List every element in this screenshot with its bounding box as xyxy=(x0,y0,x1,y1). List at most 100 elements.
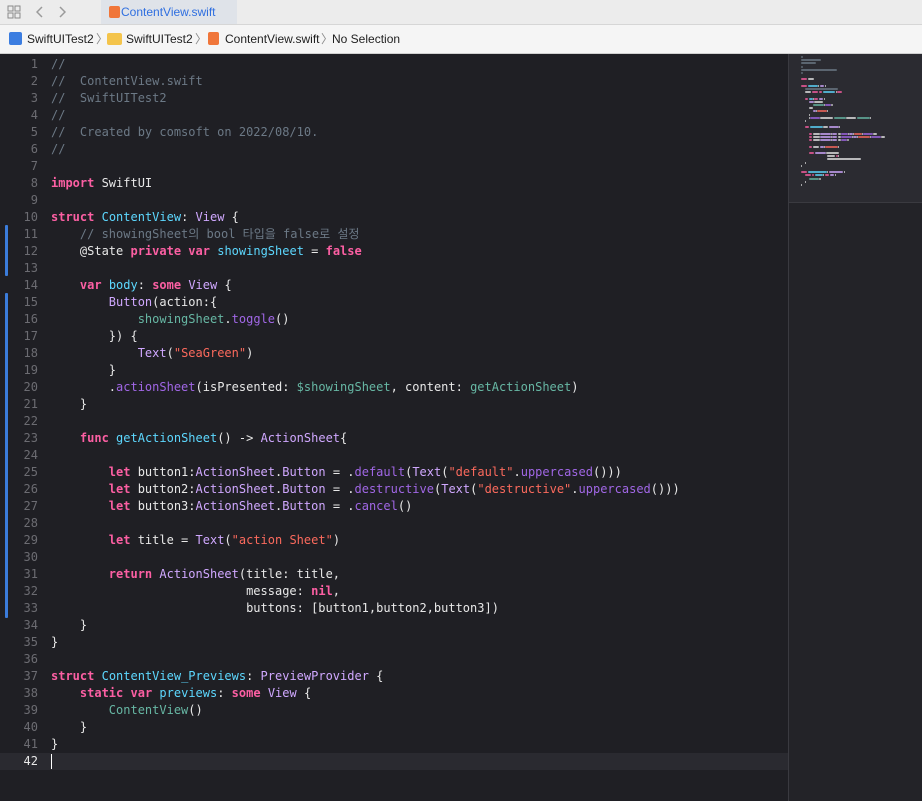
code-line[interactable]: 27 let button3:ActionSheet.Button = .can… xyxy=(0,498,788,515)
code-token: } xyxy=(51,635,59,649)
code-line[interactable]: 2 // ContentView.swift xyxy=(0,73,788,90)
code-token: : xyxy=(181,210,196,224)
code-line[interactable]: 3 // SwiftUITest2 xyxy=(0,90,788,107)
code-line[interactable]: 28 xyxy=(0,515,788,532)
code-line[interactable]: 13 xyxy=(0,260,788,277)
code-token: SwiftUI xyxy=(94,176,153,190)
code-token: View xyxy=(195,210,225,224)
minimap-token xyxy=(814,97,819,100)
code-token: uppercased xyxy=(578,482,651,496)
line-number: 9 xyxy=(30,193,38,207)
code-editor[interactable]: 1 // 2 // ContentView.swift 3 // SwiftUITest2… xyxy=(0,54,788,801)
code-line[interactable]: 6 // xyxy=(0,141,788,158)
code-token: () -> xyxy=(217,431,261,445)
code-line[interactable]: 9 xyxy=(0,192,788,209)
minimap-token xyxy=(826,171,828,174)
code-line[interactable]: 29 let title = Text("action Sheet") xyxy=(0,532,788,549)
code-line[interactable]: 7 xyxy=(0,158,788,175)
code-line[interactable]: 39 ContentView() xyxy=(0,702,788,719)
line-number: 13 xyxy=(23,261,38,275)
forward-chevron-icon[interactable] xyxy=(58,0,67,24)
code-token: Text xyxy=(195,533,225,547)
code-line[interactable]: 36 xyxy=(0,651,788,668)
tab-contentview-swift[interactable]: ContentView.swift xyxy=(101,0,237,24)
code-line[interactable]: 16 showingSheet.toggle() xyxy=(0,311,788,328)
code-line[interactable]: 12 @State private var showingSheet = fal… xyxy=(0,243,788,260)
text-cursor xyxy=(51,754,52,769)
code-line[interactable]: 11 // showingSheet의 bool 타입을 false로 설정 xyxy=(0,226,788,243)
code-token: func xyxy=(79,431,109,445)
code-line[interactable]: 42 xyxy=(0,753,788,770)
code-text: let button3:ActionSheet.Button = .cancel… xyxy=(51,498,413,515)
grid-icon[interactable] xyxy=(7,0,21,24)
code-line[interactable]: 20 .actionSheet(isPresented: $showingShe… xyxy=(0,379,788,396)
code-token: default xyxy=(354,465,406,479)
code-line[interactable]: 40 } xyxy=(0,719,788,736)
breadcrumb-selection[interactable]: No Selection xyxy=(332,25,400,53)
code-token: } xyxy=(51,618,88,632)
code-line[interactable]: 10 struct ContentView: View { xyxy=(0,209,788,226)
minimap-token xyxy=(801,84,807,87)
minimap-token xyxy=(825,145,839,148)
code-line[interactable]: 31 return ActionSheet(title: title, xyxy=(0,566,788,583)
back-chevron-icon[interactable] xyxy=(35,0,44,24)
code-line[interactable]: 33 buttons: [button1,button2,button3]) xyxy=(0,600,788,617)
code-text: return ActionSheet(title: title, xyxy=(51,566,340,583)
code-line[interactable]: 4 // xyxy=(0,107,788,124)
breadcrumb-file[interactable]: ContentView.swift xyxy=(225,25,320,53)
breadcrumb-folder[interactable]: SwiftUITest2 xyxy=(126,25,193,53)
code-line[interactable]: 5 // Created by comsoft on 2022/08/10. xyxy=(0,124,788,141)
code-line[interactable]: 23 func getActionSheet() -> ActionSheet{ xyxy=(0,430,788,447)
code-token: ActionSheet xyxy=(260,431,341,445)
code-line[interactable]: 19 } xyxy=(0,362,788,379)
code-token: ActionSheet xyxy=(195,465,275,479)
code-token: () xyxy=(188,703,203,717)
code-line[interactable]: 34 } xyxy=(0,617,788,634)
swift-file-icon xyxy=(109,6,120,18)
code-line[interactable]: 25 let button1:ActionSheet. Button = .def… xyxy=(0,464,788,481)
line-number: 26 xyxy=(23,482,38,496)
code-token: { xyxy=(296,686,312,700)
line-number: 19 xyxy=(23,363,38,377)
code-token: static xyxy=(79,686,124,700)
code-token: } xyxy=(51,720,88,734)
code-line[interactable]: 32 message: nil, xyxy=(0,583,788,600)
code-line[interactable]: 26 let button2:ActionSheet. Button = .des… xyxy=(0,481,788,498)
code-token: . xyxy=(571,482,579,496)
minimap-token xyxy=(831,132,838,135)
code-line[interactable]: 30 xyxy=(0,549,788,566)
code-text: ContentView() xyxy=(51,702,203,719)
code-line[interactable]: 38 static var previews: some View { xyxy=(0,685,788,702)
code-line[interactable]: 17 }) { xyxy=(0,328,788,345)
line-number: 35 xyxy=(23,635,38,649)
line-number: 10 xyxy=(23,210,38,224)
code-line[interactable]: 41} xyxy=(0,736,788,753)
breadcrumb-project[interactable]: SwiftUITest2 xyxy=(27,25,94,53)
code-line[interactable]: 15 Button(action:{ xyxy=(0,294,788,311)
minimap-viewport[interactable] xyxy=(789,54,922,203)
code-text: } xyxy=(51,617,87,634)
code-line[interactable]: 1 // xyxy=(0,56,788,73)
minimap-token xyxy=(826,155,835,158)
code-line[interactable]: 35} xyxy=(0,634,788,651)
minimap[interactable] xyxy=(788,54,922,801)
code-token: getActionSheet xyxy=(116,431,218,445)
code-line[interactable]: 37 struct ContentView_Previews: PreviewPr… xyxy=(0,668,788,685)
code-token: $showingSheet xyxy=(296,380,391,394)
code-line[interactable]: 24 xyxy=(0,447,788,464)
code-line[interactable]: 22 xyxy=(0,413,788,430)
code-line[interactable]: 18 Text("SeaGreen") xyxy=(0,345,788,362)
code-token: = . xyxy=(325,499,355,513)
code-line[interactable]: 8 import SwiftUI xyxy=(0,175,788,192)
code-token: let xyxy=(108,499,131,513)
code-token: destructive xyxy=(354,482,434,496)
code-line[interactable]: 14 var body: some View { xyxy=(0,277,788,294)
line-number: 30 xyxy=(23,550,38,564)
line-number: 6 xyxy=(30,142,38,156)
code-line[interactable]: 21 } xyxy=(0,396,788,413)
